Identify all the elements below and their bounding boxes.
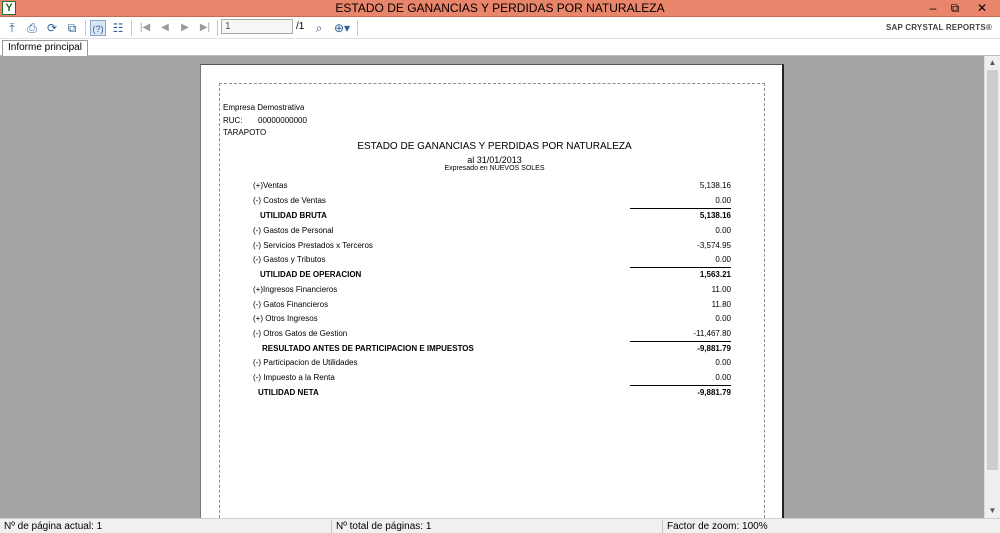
current-page-status: Nº de página actual: 1	[4, 521, 103, 532]
subtotal-value: 1,563.21	[699, 270, 731, 279]
row-value: 0.00	[715, 358, 731, 367]
subtotal-label: UTILIDAD DE OPERACION	[260, 270, 362, 279]
ruc-value: 00000000000	[258, 116, 307, 125]
restore-button[interactable]: ⧉	[944, 0, 966, 17]
close-button[interactable]: ✕	[966, 0, 998, 17]
total-value: -9,881.79	[697, 388, 731, 397]
first-page-icon[interactable]: |◀	[137, 20, 153, 36]
report-title: ESTADO DE GANANCIAS Y PERDIDAS POR NATUR…	[357, 141, 632, 152]
report-page: Empresa Demostrativa RUC: 00000000000 TA…	[200, 64, 784, 518]
scroll-thumb[interactable]	[987, 70, 998, 470]
vertical-scrollbar[interactable]: ▲ ▼	[984, 56, 1000, 518]
row-label: (-) Gastos y Tributos	[253, 255, 326, 264]
subtotal-value: -9,881.79	[697, 344, 731, 353]
company-name: Empresa Demostrativa	[223, 103, 305, 112]
row-label: (-) Gatos Financieros	[253, 300, 329, 309]
toolbar-separator	[357, 20, 358, 36]
status-bar: Nº de página actual: 1 Nº total de págin…	[0, 518, 1000, 533]
row-value: -11,467.80	[693, 329, 731, 338]
help-icon[interactable]: (?)	[90, 20, 106, 36]
status-separator	[331, 520, 332, 533]
row-value: 0.00	[715, 373, 731, 382]
window-title: ESTADO DE GANANCIAS Y PERDIDAS POR NATUR…	[335, 1, 665, 15]
tab-bar: Informe principal	[0, 39, 1000, 56]
row-value: 11.00	[711, 285, 731, 294]
scroll-down-icon[interactable]: ▼	[985, 504, 1000, 518]
toolbar-separator	[217, 20, 218, 36]
print-icon[interactable]: ⎙	[24, 20, 40, 36]
title-bar: Y ESTADO DE GANANCIAS Y PERDIDAS POR NAT…	[0, 0, 1000, 17]
row-label: (-) Costos de Ventas	[253, 196, 326, 205]
subtotal-label: UTILIDAD BRUTA	[260, 211, 327, 220]
subtotal-label: RESULTADO ANTES DE PARTICIPACION E IMPUE…	[262, 344, 474, 353]
row-label: (-) Gastos de Personal	[253, 226, 334, 235]
export-icon[interactable]: ⤒	[4, 20, 20, 36]
row-label: (-) Participacion de Utilidades	[253, 358, 358, 367]
page-number-input[interactable]: 1	[221, 19, 293, 34]
row-value: 11.80	[711, 300, 731, 309]
row-value: -3,574.95	[697, 241, 731, 250]
ruc-label: RUC:	[223, 116, 243, 125]
total-rule	[630, 341, 731, 342]
row-label: (+)Ingresos Financieros	[253, 285, 338, 294]
zoom-icon[interactable]: ⊕▾	[331, 20, 353, 36]
row-value: 0.00	[715, 255, 731, 264]
refresh-icon[interactable]: ⟳	[44, 20, 60, 36]
subtotal-value: 5,138.16	[699, 211, 731, 220]
row-label: (-) Otros Gatos de Gestion	[253, 329, 348, 338]
row-value: 0.00	[715, 314, 731, 323]
previous-page-icon[interactable]: ◀	[157, 20, 173, 36]
zoom-status: Factor de zoom: 100%	[667, 521, 768, 532]
total-rule	[630, 208, 731, 209]
row-value: 0.00	[715, 226, 731, 235]
row-value: 5,138.16	[699, 181, 731, 190]
row-label: (+)Ventas	[253, 181, 288, 190]
report-viewer[interactable]: Empresa Demostrativa RUC: 00000000000 TA…	[0, 56, 984, 518]
city: TARAPOTO	[223, 128, 267, 137]
total-label: UTILIDAD NETA	[258, 388, 319, 397]
copy-icon[interactable]: ⧉	[64, 20, 80, 36]
toolbar-separator	[85, 20, 86, 36]
find-icon[interactable]: ⌕	[311, 20, 327, 36]
toolbar: ⤒ ⎙ ⟳ ⧉ (?) ☷ |◀ ◀ ▶ ▶| ⌕ ⊕▾	[0, 17, 1000, 39]
report-date: al 31/01/2013	[467, 155, 522, 165]
total-rule	[630, 267, 731, 268]
row-label: (+) Otros Ingresos	[253, 314, 318, 323]
group-tree-icon[interactable]: ☷	[110, 20, 126, 36]
page-total-label: /1	[296, 21, 305, 32]
row-label: (-) Servicios Prestados x Terceros	[253, 241, 373, 250]
toolbar-separator	[131, 20, 132, 36]
tab-informe-principal[interactable]: Informe principal	[2, 40, 88, 56]
scroll-up-icon[interactable]: ▲	[985, 56, 1000, 70]
next-page-icon[interactable]: ▶	[177, 20, 193, 36]
brand-label: SAP CRYSTAL REPORTS®	[885, 23, 992, 32]
total-rule	[630, 385, 731, 386]
row-value: 0.00	[715, 196, 731, 205]
minimize-button[interactable]: –	[922, 0, 944, 17]
last-page-icon[interactable]: ▶|	[197, 20, 213, 36]
status-separator	[662, 520, 663, 533]
report-currency: Expresado en NUEVOS SOLES	[444, 165, 545, 172]
total-pages-status: Nº total de páginas: 1	[336, 521, 432, 532]
row-label: (-) Impuesto a la Renta	[253, 373, 335, 382]
